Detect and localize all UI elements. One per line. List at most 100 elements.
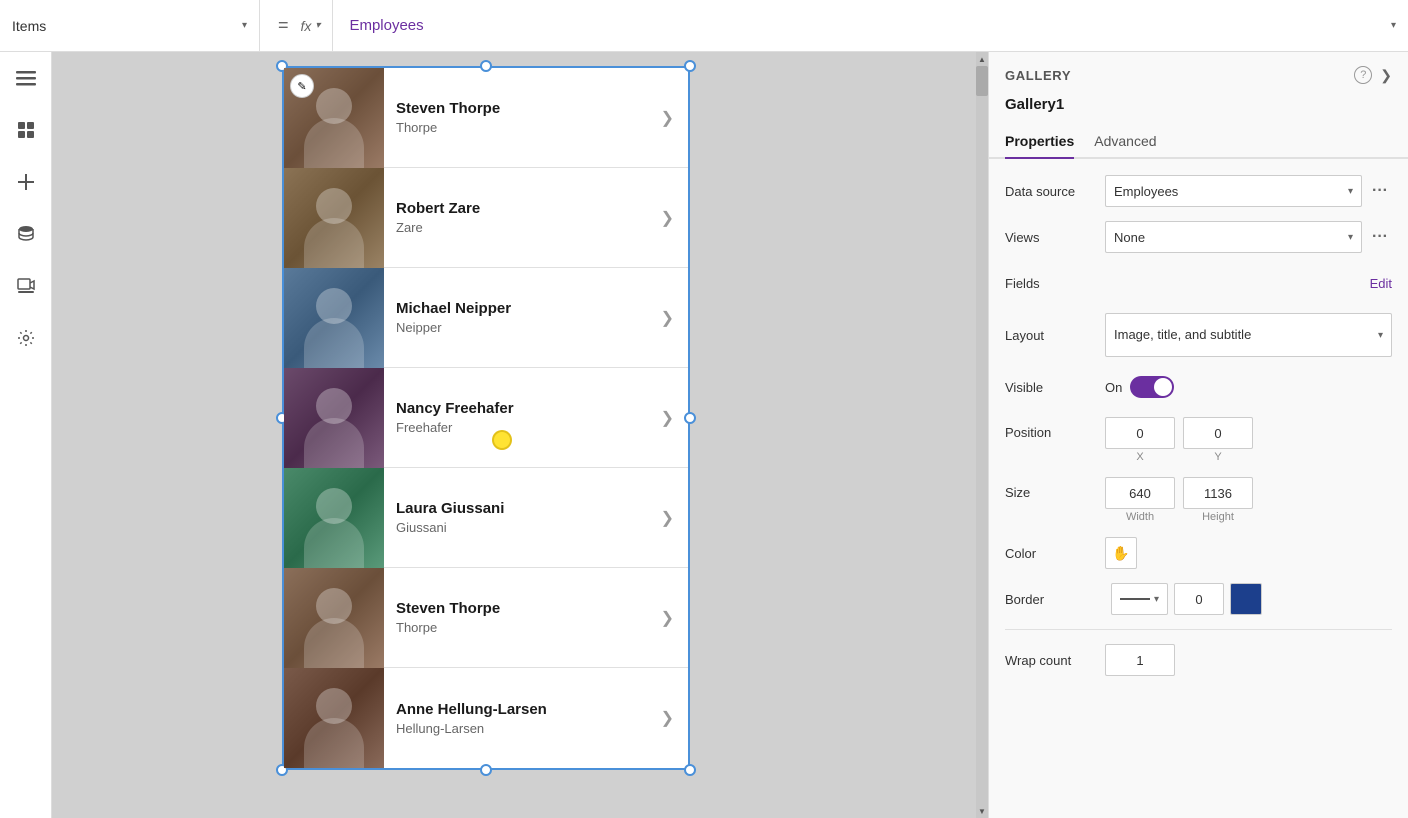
gallery-item-subtitle: Neipper [396, 320, 649, 335]
gallery-item-name: Nancy Freehafer [396, 400, 649, 417]
position-label: Position [1005, 417, 1105, 440]
wrap-count-input[interactable]: 1 [1105, 644, 1175, 676]
panel-help-icon[interactable]: ? [1354, 66, 1372, 84]
visible-toggle-switch[interactable] [1130, 376, 1174, 398]
data-source-value: Employees ▾ ··· [1105, 175, 1392, 207]
position-y-input[interactable]: 0 [1183, 417, 1253, 449]
size-row: Size 640 Width 1136 Height [1005, 477, 1392, 523]
y-axis-label: Y [1214, 451, 1221, 463]
layout-label: Layout [1005, 328, 1105, 343]
gallery-item-chevron-icon: ❯ [661, 708, 688, 728]
data-source-row: Data source Employees ▾ ··· [1005, 175, 1392, 207]
sidebar-item-tools[interactable] [10, 322, 42, 354]
items-arrow-icon: ▾ [242, 20, 247, 31]
border-style-arrow-icon: ▾ [1154, 594, 1159, 605]
wrap-count-value: 1 [1105, 644, 1392, 676]
gallery-item-name: Laura Giussani [396, 500, 649, 517]
border-style-control[interactable]: ▾ [1111, 583, 1168, 615]
panel-content: Data source Employees ▾ ··· Views None ▾ [989, 159, 1408, 818]
size-height-input[interactable]: 1136 [1183, 477, 1253, 509]
formula-dropdown-arrow-icon[interactable]: ▾ [1391, 20, 1396, 31]
color-label: Color [1005, 546, 1105, 561]
gallery-item-photo [284, 368, 384, 468]
scroll-down-arrow[interactable]: ▼ [976, 804, 988, 818]
tab-advanced[interactable]: Advanced [1094, 125, 1156, 159]
data-source-arrow-icon: ▾ [1348, 186, 1353, 197]
position-x-group: 0 X [1105, 417, 1175, 463]
gallery-item[interactable]: Michael NeipperNeipper❯ [284, 268, 688, 368]
gallery-edit-icon[interactable]: ✎ [290, 74, 314, 98]
resize-handle-bottom-right[interactable] [684, 764, 696, 776]
visible-on-label: On [1105, 380, 1122, 395]
gallery-item[interactable]: Nancy FreehaferFreehafer❯ [284, 368, 688, 468]
views-row: Views None ▾ ··· [1005, 221, 1392, 253]
gallery-name: Gallery1 [989, 92, 1408, 125]
resize-handle-bottom-center[interactable] [480, 764, 492, 776]
gallery-item-chevron-icon: ❯ [661, 508, 688, 528]
data-source-dropdown[interactable]: Employees ▾ [1105, 175, 1362, 207]
top-bar: Items ▾ = fx ▾ Employees ▾ [0, 0, 1408, 52]
border-color-swatch[interactable] [1230, 583, 1262, 615]
panel-tabs: Properties Advanced [989, 125, 1408, 159]
gallery-item[interactable]: Steven ThorpeThorpe❯ [284, 568, 688, 668]
sidebar-item-database[interactable] [10, 218, 42, 250]
size-width-input[interactable]: 640 [1105, 477, 1175, 509]
views-more-button[interactable]: ··· [1368, 221, 1392, 253]
color-swatch[interactable]: ✋ [1105, 537, 1137, 569]
fields-value: Edit [1105, 276, 1392, 291]
sidebar-item-add[interactable] [10, 166, 42, 198]
position-y-group: 0 Y [1183, 417, 1253, 463]
gallery-item[interactable]: Laura Giussani Giussani ❯ [284, 468, 688, 568]
gallery-item-chevron-icon: ❯ [661, 108, 688, 128]
resize-handle-top-center[interactable] [480, 60, 492, 72]
gallery-item[interactable]: Steven ThorpeThorpe❯ [284, 68, 688, 168]
gallery-item-name: Robert Zare [396, 200, 649, 217]
scroll-thumb[interactable] [976, 66, 988, 96]
gallery-item-subtitle: Giussani [396, 520, 649, 535]
views-label: Views [1005, 230, 1105, 245]
views-arrow-icon: ▾ [1348, 232, 1353, 243]
visible-toggle[interactable]: On [1105, 376, 1174, 398]
gallery-item-chevron-icon: ❯ [661, 208, 688, 228]
gallery-list: Steven ThorpeThorpe❯Robert ZareZare❯Mich… [284, 68, 688, 768]
formula-bar[interactable]: Employees [333, 17, 1391, 34]
fields-edit-link[interactable]: Edit [1105, 276, 1392, 291]
fx-button[interactable]: fx ▾ [301, 18, 321, 34]
layout-row: Layout Image, title, and subtitle ▾ [1005, 313, 1392, 357]
position-x-input[interactable]: 0 [1105, 417, 1175, 449]
fields-label: Fields [1005, 276, 1105, 291]
resize-handle-top-right[interactable] [684, 60, 696, 72]
canvas-area: ✎ Steven ThorpeThorpe❯Robert ZareZare❯Mi… [52, 52, 988, 818]
gallery-widget[interactable]: ✎ Steven ThorpeThorpe❯Robert ZareZare❯Mi… [282, 66, 690, 770]
views-dropdown[interactable]: None ▾ [1105, 221, 1362, 253]
items-dropdown[interactable]: Items ▾ [0, 0, 260, 51]
scroll-up-arrow[interactable]: ▲ [976, 52, 988, 66]
gallery-item-name: Michael Neipper [396, 300, 649, 317]
fields-row: Fields Edit [1005, 267, 1392, 299]
sidebar-item-hamburger[interactable] [10, 62, 42, 94]
panel-header: GALLERY ? ❯ [989, 52, 1408, 92]
sidebar-item-layers[interactable] [10, 114, 42, 146]
layout-dropdown[interactable]: Image, title, and subtitle ▾ [1105, 313, 1392, 357]
layout-arrow-icon: ▾ [1378, 330, 1383, 341]
visible-row: Visible On [1005, 371, 1392, 403]
resize-handle-right[interactable] [684, 412, 696, 424]
gallery-item-info: Robert Zare Zare [384, 200, 661, 235]
gallery-item[interactable]: Anne Hellung-LarsenHellung-Larsen❯ [284, 668, 688, 768]
gallery-item-subtitle: Thorpe [396, 620, 649, 635]
sidebar-item-media[interactable] [10, 270, 42, 302]
gallery-item-subtitle: Thorpe [396, 120, 649, 135]
tab-properties[interactable]: Properties [1005, 125, 1074, 159]
data-source-more-button[interactable]: ··· [1368, 175, 1392, 207]
gallery-item-chevron-icon: ❯ [661, 608, 688, 628]
panel-expand-icon[interactable]: ❯ [1380, 67, 1392, 84]
wrap-count-label: Wrap count [1005, 653, 1105, 668]
data-source-label: Data source [1005, 184, 1105, 199]
gallery-item[interactable]: Robert Zare Zare ❯ [284, 168, 688, 268]
gallery-item-subtitle: Zare [396, 220, 649, 235]
border-width-input[interactable]: 0 [1174, 583, 1224, 615]
gallery-item-info: Laura Giussani Giussani [384, 500, 661, 535]
gallery-item-info: Michael Neipper Neipper [384, 300, 661, 335]
views-value: None ▾ ··· [1105, 221, 1392, 253]
canvas-scrollbar[interactable]: ▲ ▼ [976, 52, 988, 818]
